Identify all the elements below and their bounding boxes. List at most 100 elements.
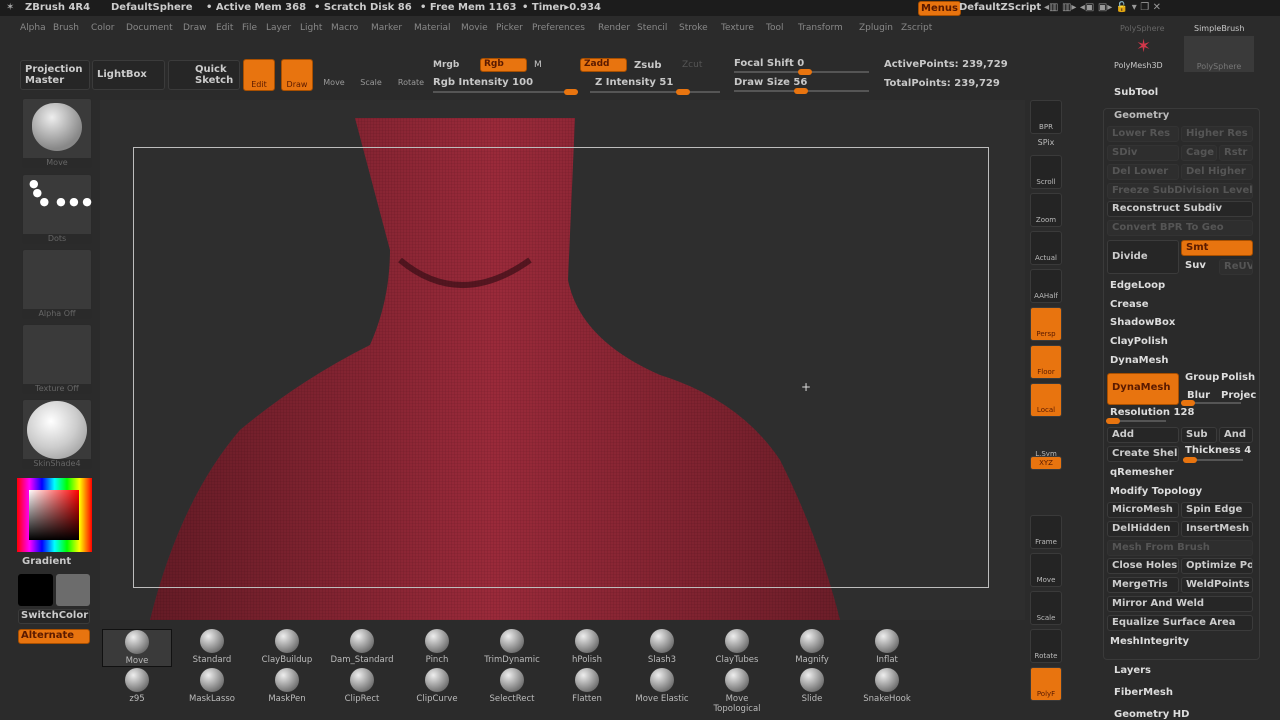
polysphere-tool[interactable]: PolySphere (1184, 36, 1254, 72)
main-color-swatch[interactable] (18, 574, 53, 606)
brush-slide[interactable]: Slide (777, 668, 847, 704)
meshintegrity-subpanel[interactable]: MeshIntegrity (1106, 635, 1226, 651)
brush-trimdynamic[interactable]: TrimDynamic (477, 629, 547, 665)
brush-clipcurve[interactable]: ClipCurve (402, 668, 472, 704)
shelf-spix-button[interactable]: SPix (1030, 137, 1062, 149)
divide-button[interactable]: Divide (1107, 240, 1179, 274)
sdiv-slider[interactable]: SDiv (1107, 145, 1179, 161)
menu-picker[interactable]: Picker (496, 23, 523, 33)
alpha-thumbnail[interactable]: Alpha Off (22, 249, 92, 319)
group-toggle[interactable]: Group (1181, 371, 1221, 387)
quick-sketch-button[interactable]: Quick Sketch (168, 60, 240, 90)
default-zscript-button[interactable]: DefaultZScript (959, 2, 1041, 13)
qremesher-subpanel[interactable]: qRemesher (1106, 466, 1206, 482)
brush-maskpen[interactable]: MaskPen (252, 668, 322, 704)
cage-button[interactable]: Cage (1181, 145, 1217, 161)
brush-z95[interactable]: z95 (102, 668, 172, 704)
menus-button[interactable]: Menus (918, 1, 961, 16)
brush-claybuildup[interactable]: ClayBuildup (252, 629, 322, 665)
equalize-surface-area-button[interactable]: Equalize Surface Area (1107, 615, 1253, 631)
mrgb-button[interactable]: Mrgb (433, 60, 459, 70)
shelf-move-button[interactable]: Move (1030, 553, 1062, 587)
texture-thumbnail[interactable]: Texture Off (22, 324, 92, 394)
del-lower-button[interactable]: Del Lower (1107, 164, 1179, 180)
dynamesh-button[interactable]: DynaMesh (1107, 373, 1179, 405)
suv-button[interactable]: Suv (1181, 259, 1215, 275)
menu-file[interactable]: File (242, 23, 257, 33)
menu-light[interactable]: Light (300, 23, 322, 33)
del-higher-button[interactable]: Del Higher (1181, 164, 1253, 180)
scale-button[interactable]: Scale (357, 78, 385, 87)
menu-zscript[interactable]: Zscript (901, 23, 932, 33)
projection-master-button[interactable]: Projection Master (20, 60, 90, 90)
close-holes-button[interactable]: Close Holes (1107, 558, 1179, 574)
brush-dam_standard[interactable]: Dam_Standard (327, 629, 397, 665)
brush-snakehook[interactable]: SnakeHook (852, 668, 922, 704)
menu-stroke[interactable]: Stroke (679, 23, 708, 33)
subtool-header[interactable]: SubTool (1114, 87, 1158, 98)
zadd-button[interactable]: Zadd (580, 58, 627, 72)
edgeloop-button[interactable]: EdgeLoop (1106, 279, 1206, 295)
shelf-scroll-button[interactable]: Scroll (1030, 155, 1062, 189)
brush-magnify[interactable]: Magnify (777, 629, 847, 665)
micromesh-button[interactable]: MicroMesh (1107, 502, 1179, 518)
shelf-polyf-button[interactable]: PolyF (1030, 667, 1062, 701)
lightbox-button[interactable]: LightBox (92, 60, 165, 90)
gradient-label[interactable]: Gradient (22, 556, 71, 567)
and-button[interactable]: And (1219, 427, 1253, 443)
menu-material[interactable]: Material (414, 23, 451, 33)
brush-masklasso[interactable]: MaskLasso (177, 668, 247, 704)
draw-size-slider[interactable] (734, 88, 869, 94)
optimize-points-button[interactable]: Optimize Poi (1181, 558, 1253, 574)
menu-zplugin[interactable]: Zplugin (859, 23, 893, 33)
nav-buttons-icon[interactable]: ◂▥ ▥▸ ◂▣ ▣▸ 🔓 ▾ ❐ ✕ (1044, 2, 1161, 13)
shelf-aahalf-button[interactable]: AAHalf (1030, 269, 1062, 303)
menu-draw[interactable]: Draw (183, 23, 207, 33)
reuv-button[interactable]: ReUV (1219, 259, 1253, 275)
brush-pinch[interactable]: Pinch (402, 629, 472, 665)
lower-res-button[interactable]: Lower Res (1107, 126, 1179, 142)
blur-slider-knob[interactable] (1181, 400, 1195, 406)
brush-claytubes[interactable]: ClayTubes (702, 629, 772, 665)
draw-button[interactable]: Draw (281, 59, 313, 91)
shelf-actual-button[interactable]: Actual (1030, 231, 1062, 265)
shelf-local-button[interactable]: Local (1030, 383, 1062, 417)
blur-slider-track[interactable] (1181, 400, 1241, 406)
resolution-slider-knob[interactable] (1106, 418, 1120, 424)
menu-edit[interactable]: Edit (216, 23, 233, 33)
menu-render[interactable]: Render (598, 23, 630, 33)
shelf-floor-button[interactable]: Floor (1030, 345, 1062, 379)
edit-button[interactable]: Edit (243, 59, 275, 91)
shelf-zoom-button[interactable]: Zoom (1030, 193, 1062, 227)
menu-color[interactable]: Color (91, 23, 115, 33)
subpanel-geometry-hd[interactable]: Geometry HD (1114, 709, 1189, 720)
geometry-header[interactable]: Geometry (1114, 110, 1169, 121)
add-button[interactable]: Add (1107, 427, 1179, 443)
claypolish-button[interactable]: ClayPolish (1106, 335, 1206, 351)
convert-bpr-button[interactable]: Convert BPR To Geo (1107, 220, 1253, 236)
shelf-persp-button[interactable]: Persp (1030, 307, 1062, 341)
shelf-xyz-button[interactable]: XYZ (1030, 456, 1062, 470)
secondary-color-swatch[interactable] (56, 574, 90, 606)
zsub-button[interactable]: Zsub (634, 60, 661, 71)
rotate-button[interactable]: Rotate (396, 78, 426, 87)
brush-move-elastic[interactable]: Move Elastic (627, 668, 697, 704)
move-button[interactable]: Move (320, 78, 348, 87)
menu-macro[interactable]: Macro (331, 23, 358, 33)
polish-toggle[interactable]: Polish (1217, 371, 1257, 387)
shelf-rotate-button[interactable]: Rotate (1030, 629, 1062, 663)
focal-shift-slider[interactable] (734, 69, 869, 75)
reconstruct-subdiv-button[interactable]: Reconstruct Subdiv (1107, 201, 1253, 217)
menu-movie[interactable]: Movie (461, 23, 488, 33)
subpanel-layers[interactable]: Layers (1114, 665, 1151, 676)
brush-move[interactable]: Move (102, 629, 172, 667)
menu-document[interactable]: Document (126, 23, 173, 33)
subpanel-fibermesh[interactable]: FiberMesh (1114, 687, 1173, 698)
higher-res-button[interactable]: Higher Res (1181, 126, 1253, 142)
simplebrush-tool[interactable]: SimpleBrush (1194, 24, 1244, 33)
shadowbox-button[interactable]: ShadowBox (1106, 316, 1206, 332)
brush-thumbnail[interactable]: Move (22, 98, 92, 168)
polysphere-tool-label[interactable]: PolySphere (1120, 24, 1165, 33)
stroke-thumbnail[interactable]: ● ● ● ● ● ● Dots (22, 174, 92, 244)
sub-button[interactable]: Sub (1181, 427, 1217, 443)
